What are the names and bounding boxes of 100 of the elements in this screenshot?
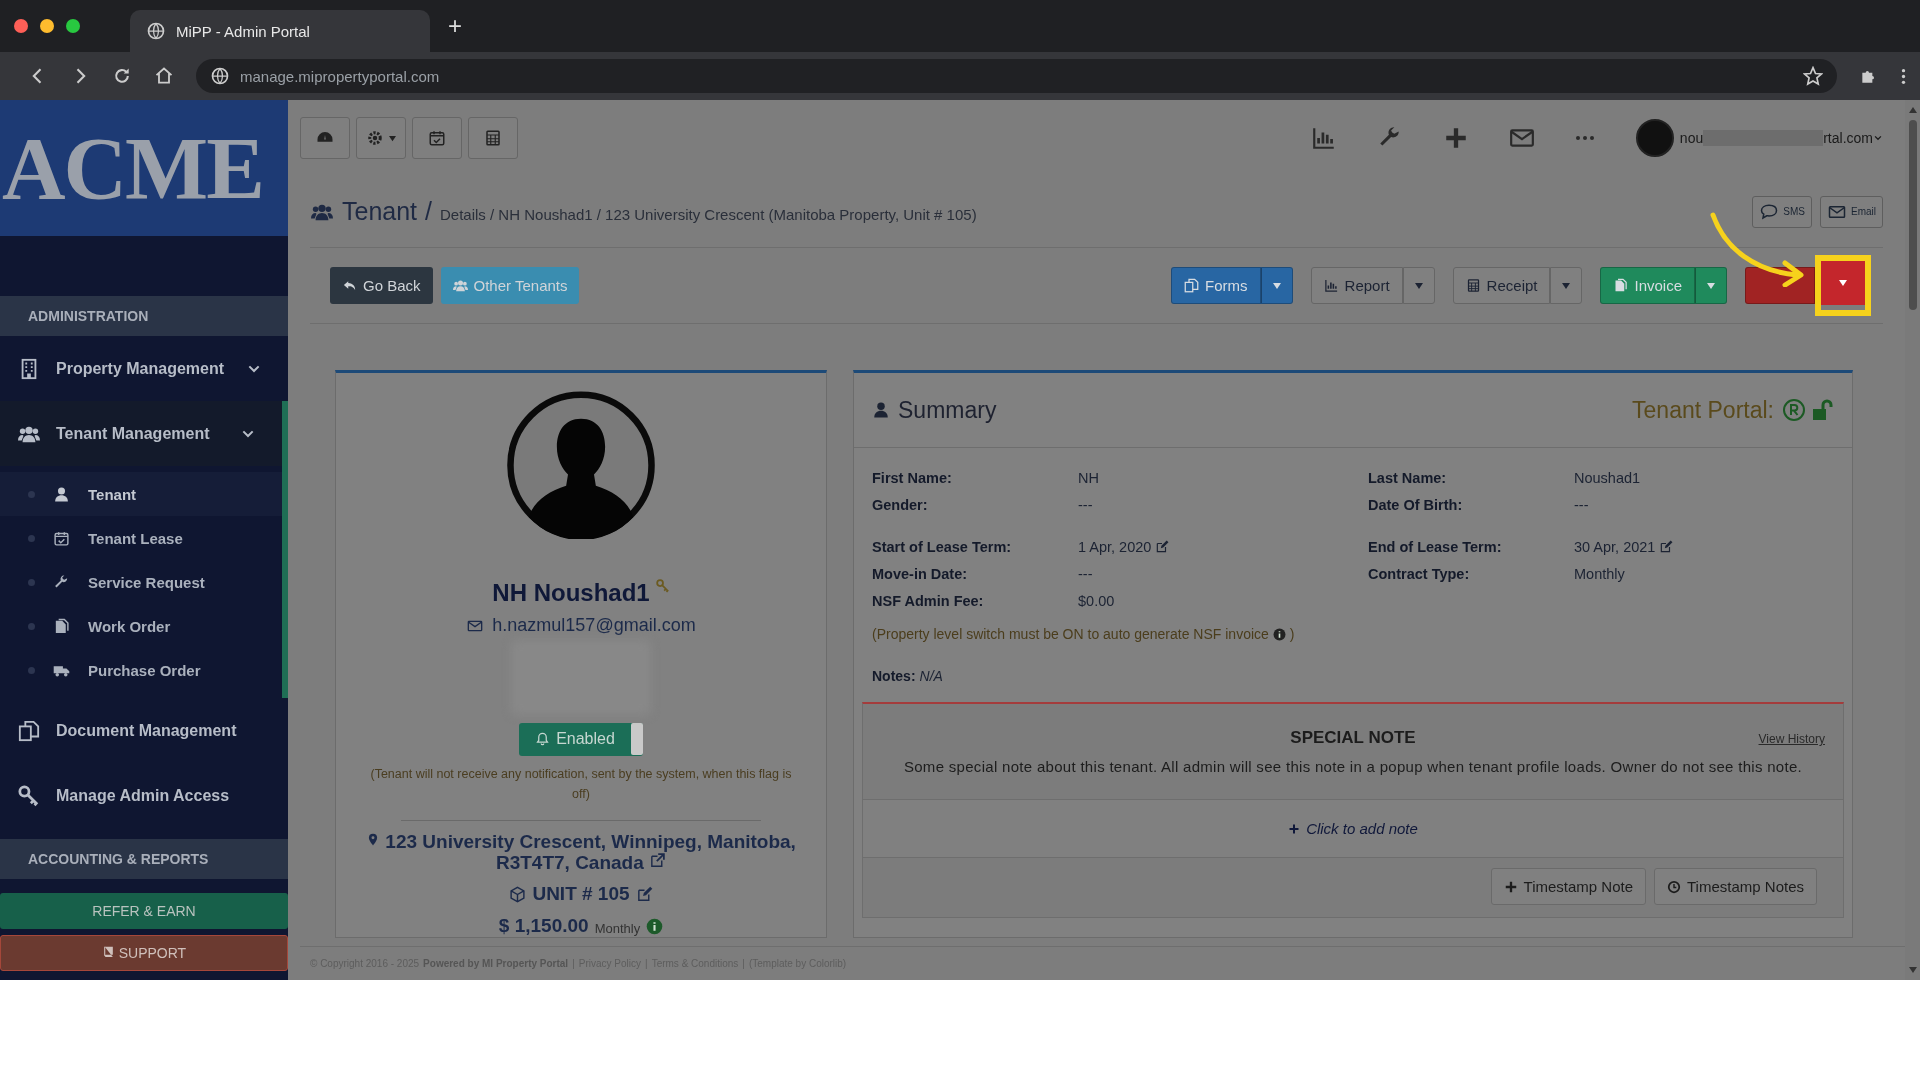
bell-icon bbox=[535, 731, 551, 748]
field-value: --- bbox=[1574, 497, 1589, 513]
maximize-window-button[interactable] bbox=[66, 19, 80, 33]
field-label: Move-in Date: bbox=[872, 566, 969, 582]
avatar[interactable] bbox=[1635, 119, 1674, 157]
field-label: NSF Admin Fee: bbox=[872, 593, 985, 609]
field-value: 1 Apr, 2020 bbox=[1078, 539, 1152, 555]
field-label: Date Of Birth: bbox=[1368, 497, 1464, 513]
unit-number: UNIT # 105 bbox=[532, 883, 630, 905]
sidebar-item[interactable]: Property Management bbox=[0, 336, 288, 401]
info-icon bbox=[1272, 627, 1286, 641]
browser-tab[interactable]: MiPP - Admin Portal bbox=[130, 10, 430, 52]
notification-notice: (Tenant will not receive any notification, sent by the system, when this flag is off) bbox=[369, 766, 793, 804]
file-icon bbox=[1613, 278, 1629, 293]
section-header: ADMINISTRATION bbox=[0, 296, 288, 336]
chat-icon bbox=[1759, 202, 1780, 221]
field-label: Start of Lease Term: bbox=[872, 539, 1013, 555]
nsf-note: ) bbox=[1289, 626, 1295, 642]
gear-icon bbox=[365, 129, 384, 147]
dashboard-button[interactable] bbox=[300, 117, 350, 159]
address-bar[interactable]: manage.mipropertyportal.com bbox=[196, 59, 1837, 93]
sidebar-item[interactable]: Document Management bbox=[0, 698, 288, 763]
contact-button[interactable]: Email bbox=[1820, 195, 1883, 228]
registered-icon bbox=[1782, 398, 1806, 422]
tenant-name: NH Noushad1 bbox=[492, 579, 650, 608]
globe-icon bbox=[146, 21, 166, 41]
reload-icon bbox=[112, 66, 132, 86]
sidebar-subitem[interactable]: Tenant Lease bbox=[0, 516, 282, 560]
user-email[interactable]: rtal.com bbox=[1823, 130, 1873, 146]
scroll-up-icon bbox=[1907, 106, 1918, 114]
split-button[interactable]: Receipt bbox=[1452, 267, 1551, 304]
split-button[interactable]: Invoice bbox=[1600, 267, 1695, 304]
calculator-button[interactable] bbox=[468, 117, 518, 159]
special-note-title: SPECIAL NOTE bbox=[1290, 728, 1416, 748]
field-value: $0.00 bbox=[1078, 593, 1115, 609]
unlock-icon bbox=[1810, 398, 1834, 422]
split-button[interactable]: Report bbox=[1310, 267, 1403, 304]
sidebar-item[interactable]: Manage Admin Access bbox=[0, 763, 288, 828]
action-button[interactable]: Go Back bbox=[330, 267, 433, 304]
breadcrumb-path: Details / NH Noushad1 / 123 University Crescent (Manitoba Property, Unit # 105) bbox=[440, 205, 977, 223]
bookmark-star-icon bbox=[1803, 66, 1823, 86]
chart-icon bbox=[1323, 278, 1339, 293]
sidebar-subitem[interactable]: Service Request bbox=[0, 560, 282, 604]
sidebar-subitem[interactable]: Work Order bbox=[0, 604, 282, 648]
tenant-email[interactable]: h.nazmul157@gmail.com bbox=[492, 615, 696, 637]
refer-button[interactable]: REFER & EARN bbox=[0, 893, 288, 929]
user-email[interactable]: nou bbox=[1679, 130, 1704, 146]
external-link-icon bbox=[649, 852, 667, 870]
timestamp-button[interactable]: Timestamp Notes bbox=[1654, 868, 1817, 905]
add-note-link[interactable]: Click to add note bbox=[863, 800, 1843, 858]
new-tab-button[interactable]: + bbox=[440, 12, 470, 40]
key-icon bbox=[18, 784, 40, 807]
file-icon bbox=[53, 617, 70, 635]
calendar-button[interactable] bbox=[412, 117, 462, 159]
field-label: First Name: bbox=[872, 470, 953, 486]
sidebar-subitem[interactable]: Tenant bbox=[0, 472, 282, 516]
scroll-down-icon bbox=[1907, 966, 1918, 974]
more-icon bbox=[1574, 135, 1595, 141]
scrollbar-thumb[interactable] bbox=[1908, 120, 1917, 310]
special-note-text: Some special note about this tenant. All admin will see this note in a popup when tenant profile loads. Owner do not see this note. bbox=[903, 758, 1803, 775]
sidebar-item[interactable]: Tenant Management bbox=[0, 401, 288, 466]
support-button[interactable]: SUPPORT bbox=[0, 935, 288, 971]
chevron-down-icon bbox=[1873, 133, 1883, 143]
action-button[interactable]: Other Tenants bbox=[440, 267, 580, 304]
bullet-dot bbox=[28, 578, 35, 586]
info-icon bbox=[646, 917, 664, 935]
key-icon bbox=[655, 579, 670, 594]
contact-button[interactable]: SMS bbox=[1752, 195, 1812, 228]
sidebar-subitem[interactable]: Purchase Order bbox=[0, 648, 282, 692]
notification-toggle[interactable]: Enabled bbox=[519, 722, 643, 757]
page-title: Tenant bbox=[342, 197, 418, 226]
plus-icon bbox=[1503, 879, 1518, 894]
caret-icon bbox=[1838, 279, 1848, 287]
caret-icon bbox=[1271, 281, 1282, 290]
section-header: ACCOUNTING & REPORTS bbox=[0, 839, 288, 879]
caret-icon bbox=[1413, 281, 1424, 290]
view-history-link[interactable]: View History bbox=[1758, 732, 1825, 746]
site-info-icon bbox=[210, 66, 230, 86]
footer-separator: | bbox=[742, 958, 745, 969]
caret-icon bbox=[1561, 281, 1572, 290]
footer-separator: | bbox=[645, 958, 648, 969]
bullet-dot bbox=[28, 534, 35, 542]
card-title: Summary bbox=[898, 396, 997, 424]
rent-period: Monthly bbox=[594, 920, 641, 936]
documents-icon bbox=[1184, 278, 1200, 293]
timestamp-button[interactable]: Timestamp Note bbox=[1490, 868, 1646, 905]
field-label: Gender: bbox=[872, 497, 929, 513]
split-button[interactable]: Forms bbox=[1171, 267, 1261, 304]
close-window-button[interactable] bbox=[14, 19, 28, 33]
field-value: Noushad1 bbox=[1574, 470, 1641, 486]
grid-icon bbox=[1465, 278, 1481, 293]
minimize-window-button[interactable] bbox=[40, 19, 54, 33]
browser-menu-icon bbox=[1901, 67, 1906, 85]
settings-button[interactable] bbox=[356, 117, 406, 159]
box-icon bbox=[509, 885, 527, 903]
home-icon bbox=[154, 66, 174, 86]
field-value: --- bbox=[1078, 497, 1093, 513]
logo: ACME bbox=[0, 100, 288, 236]
chart-icon bbox=[1310, 125, 1337, 151]
bullet-dot bbox=[28, 490, 35, 498]
